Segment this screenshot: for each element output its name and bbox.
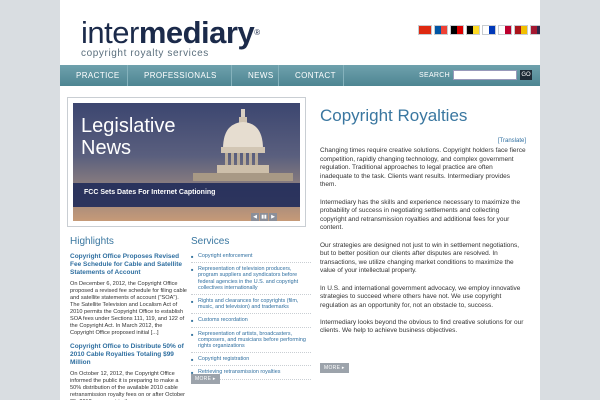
nav-contact[interactable]: CONTACT	[279, 65, 344, 86]
highlight-item-body: On December 6, 2012, the Copyright Offic…	[70, 281, 187, 336]
service-link[interactable]: Copyright enforcement	[191, 250, 311, 264]
highlight-item-body: On October 12, 2012, the Copyright Offic…	[70, 371, 186, 400]
capitol-dome-icon	[193, 109, 293, 181]
search-area: SEARCH GO	[419, 70, 532, 80]
pause-icon[interactable]: ▮▮	[260, 213, 268, 221]
services-section: Services Copyright enforcement Represent…	[191, 236, 311, 384]
service-link[interactable]: Rights and clearances for copyrights (fi…	[191, 295, 311, 315]
banner-caption[interactable]: FCC Sets Dates For Internet Captioning	[84, 189, 215, 196]
logo[interactable]: intermediary® copyright royalty services	[81, 15, 260, 59]
prev-icon[interactable]: ◀	[251, 213, 259, 221]
page-container: intermediary® copyright royalty services…	[60, 0, 540, 400]
main-paragraphs: Changing times require creative solution…	[320, 147, 526, 345]
main-paragraph: Our strategies are designed not just to …	[320, 241, 520, 275]
next-icon[interactable]: ▶	[269, 213, 277, 221]
highlights-heading: Highlights	[70, 236, 114, 247]
banner-title: Legislative News	[81, 115, 176, 159]
banner-title-line1: Legislative	[81, 115, 176, 137]
services-heading: Services	[191, 236, 230, 247]
main-more-button[interactable]: MORE ▸	[320, 363, 349, 373]
nav-practice[interactable]: PRACTICE	[60, 65, 128, 86]
banner-pager: ◀ ▮▮ ▶	[251, 213, 277, 221]
logo-wordmark: intermediary®	[81, 15, 260, 50]
highlight-item-title[interactable]: Copyright Office to Distribute 50% of 20…	[70, 343, 187, 367]
service-link[interactable]: Copyright registration	[191, 353, 311, 367]
translate-link[interactable]: [Translate]	[498, 138, 526, 144]
israel-flag[interactable]	[482, 25, 496, 35]
spain-flag[interactable]	[514, 25, 528, 35]
banner-title-line2: News	[81, 137, 132, 159]
main-paragraph: In U.S. and international government adv…	[320, 284, 521, 309]
japan-flag[interactable]	[498, 25, 512, 35]
banner-image: Legislative News FCC Sets Dates For Inte…	[73, 103, 300, 221]
search-label: SEARCH	[419, 71, 450, 79]
germany-flag[interactable]	[450, 25, 464, 35]
main-paragraph: Intermediary looks beyond the obvious to…	[320, 318, 524, 335]
featured-banner[interactable]: Legislative News FCC Sets Dates For Inte…	[67, 97, 306, 227]
logo-bold-text: mediary	[138, 15, 255, 50]
highlight-item: Copyright Office Proposes Revised Fee Sc…	[70, 253, 187, 337]
logo-light-text: inter	[81, 15, 139, 50]
service-link[interactable]: Representation of artists, broadcasters,…	[191, 328, 311, 354]
page-title: Copyright Royalties	[320, 106, 468, 125]
services-list: Copyright enforcement Representation of …	[191, 250, 311, 380]
search-go-button[interactable]: GO	[520, 70, 532, 80]
service-link[interactable]: Representation of television producers, …	[191, 263, 311, 296]
main-paragraph: Intermediary has the skills and experien…	[320, 198, 521, 232]
highlights-section: Highlights Copyright Office Proposes Rev…	[70, 236, 187, 400]
highlight-item: Copyright Office to Distribute 50% of 20…	[70, 343, 187, 400]
main-nav: PRACTICE PROFESSIONALS NEWS CONTACT SEAR…	[60, 65, 540, 86]
china-flag[interactable]	[418, 25, 432, 35]
thailand-flag[interactable]	[530, 25, 540, 35]
registered-mark: ®	[254, 28, 260, 37]
services-more-button[interactable]: MORE ▸	[191, 374, 220, 384]
highlight-item-title[interactable]: Copyright Office Proposes Revised Fee Sc…	[70, 253, 187, 277]
search-input[interactable]	[453, 70, 517, 80]
service-link[interactable]: Customs recordation	[191, 314, 311, 328]
nav-news[interactable]: NEWS	[232, 65, 279, 86]
france-flag[interactable]	[434, 25, 448, 35]
belgium-flag[interactable]	[466, 25, 480, 35]
main-content: Copyright Royalties [Translate] Changing…	[320, 106, 526, 334]
nav-professionals[interactable]: PROFESSIONALS	[128, 65, 232, 86]
main-paragraph: Changing times require creative solution…	[320, 147, 526, 189]
language-flags	[418, 25, 540, 35]
